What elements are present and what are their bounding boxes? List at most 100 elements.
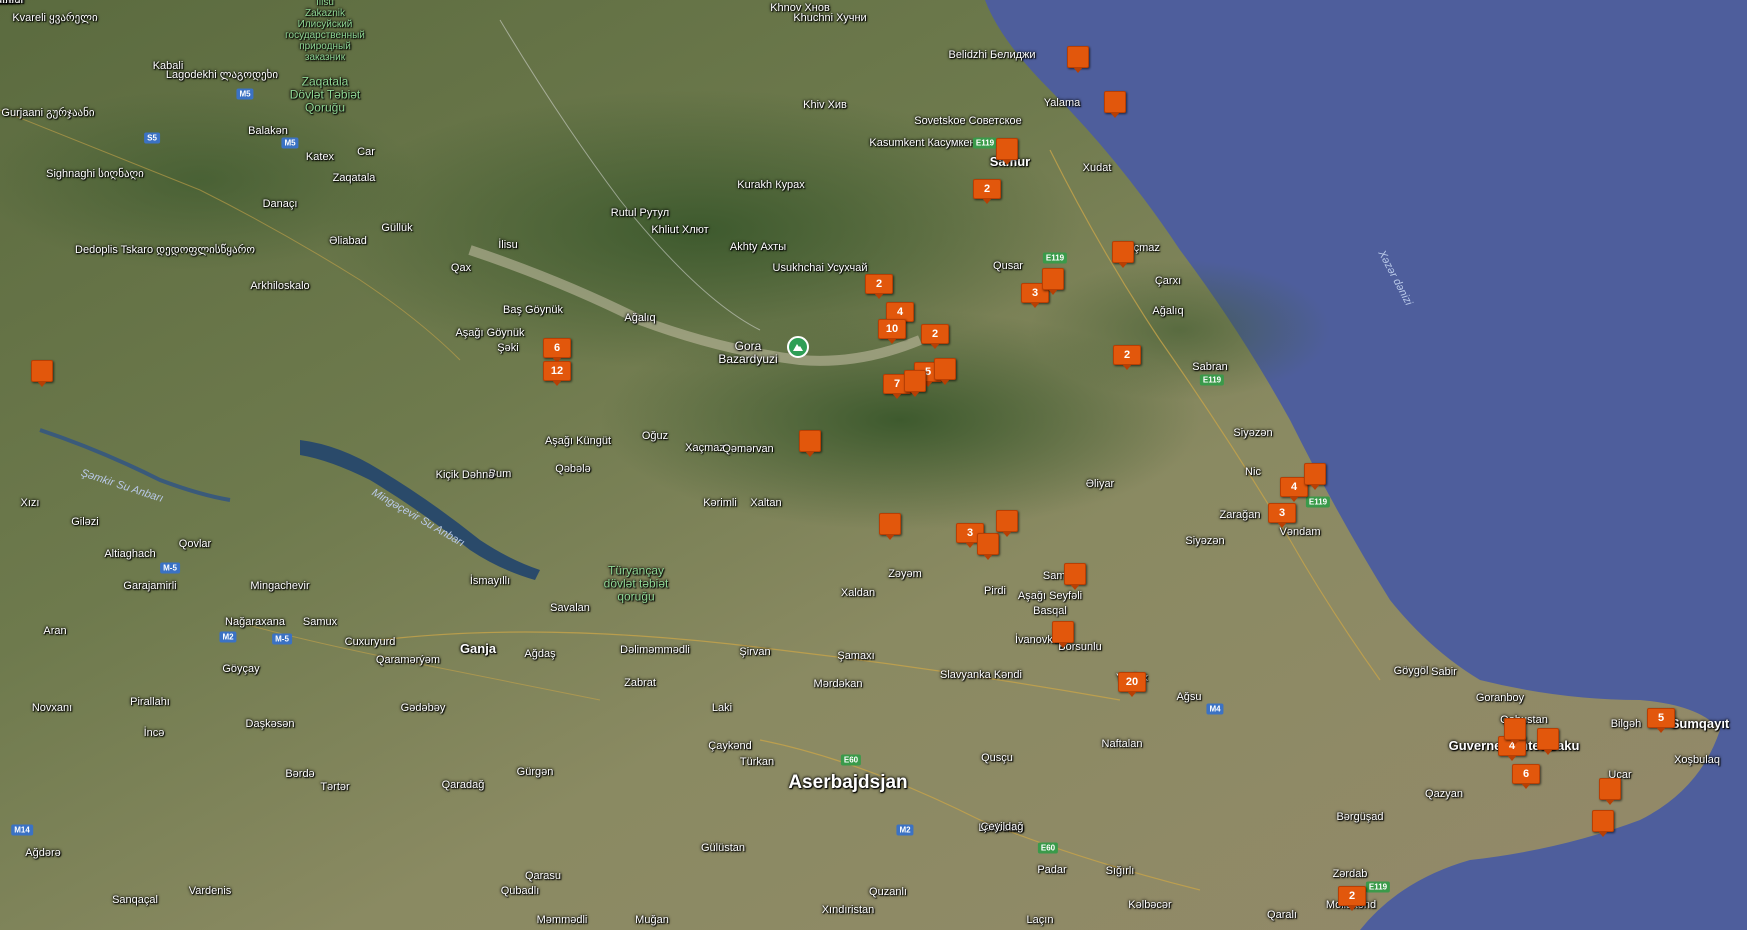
place-label: Ağsu [1176,691,1202,703]
place-label: Muğan [635,914,669,926]
location-marker[interactable] [1304,463,1326,490]
place-label: Balakən [248,125,288,137]
location-marker[interactable] [1067,46,1089,73]
road-shield: M4 [1206,703,1224,715]
location-marker[interactable] [1112,241,1134,268]
cluster-marker[interactable]: 2 [921,324,949,349]
place-label: Gülüstan [700,842,746,854]
place-label: Usukhchai Усухчай [772,262,868,274]
location-marker[interactable] [996,138,1018,165]
cluster-marker[interactable]: 3 [1268,503,1296,528]
road-shield: M2 [896,824,914,836]
road-shield: E119 [1365,881,1391,893]
place-label: Qovlar [178,538,212,550]
satellite-map[interactable]: Kvareli ყვარელი Khnov Хнов Khuchni Хучни Be… [0,0,1747,930]
place-label: Xıdırlı [0,0,15,6]
place-label: Danaçı [262,198,298,210]
location-marker[interactable] [1104,91,1126,118]
peak-marker[interactable] [787,336,809,358]
location-marker[interactable] [879,513,901,540]
place-label: Kiçik Dəhnə [435,469,495,481]
place-label: Gədəbəy [400,702,446,714]
peak-label: Gora Bazardyuzi [718,340,777,366]
cluster-marker[interactable]: 2 [973,179,1001,204]
place-label: Nağaraxana [225,616,285,628]
location-marker[interactable] [904,370,926,397]
place-label: Laçın [1026,914,1054,926]
cluster-marker[interactable]: 5 [1647,708,1675,733]
place-label: Qaralı [1267,909,1297,921]
place-label: Siyəzən [1233,427,1273,439]
place-label: Giləzi [71,516,99,528]
cluster-marker[interactable]: 20 [1118,672,1146,697]
place-label: Ağalıq [624,312,656,324]
location-marker[interactable] [1042,268,1064,295]
location-marker[interactable] [1052,621,1074,648]
cluster-marker[interactable]: 2 [1338,886,1366,911]
location-marker[interactable] [1504,718,1526,745]
place-label: Daşkəsən [245,718,295,730]
place-label: Əliabad [329,235,367,247]
place-label: İlisu [498,239,518,251]
place-label: Türkan [739,756,775,768]
place-label: Cuxuryurd [344,636,396,648]
place-label: Katex [305,151,335,163]
place-label: Güllük [381,222,413,234]
place-label: Gürgən [516,766,554,778]
place-label: Çarxı [1154,275,1182,287]
place-label: Sabran [1192,361,1228,373]
place-label: Aran [43,625,67,637]
location-marker[interactable] [1537,728,1559,755]
place-label: Ağdaş [524,648,556,660]
place-label: Laki [711,702,733,714]
place-label: Khuchni Хучни [793,12,867,24]
place-label: Xaltan [750,497,782,509]
cluster-marker[interactable]: 6 [543,338,571,363]
place-label: Mərdəkan [813,678,863,690]
place-label: Novxanı [31,702,73,714]
peak-label-line2: Bazardyuzi [718,352,778,366]
location-marker[interactable] [799,430,821,457]
cluster-marker[interactable]: 10 [878,319,906,344]
place-label: Pirdi [983,585,1007,597]
country-label: Aserbajdsjan [788,772,908,793]
place-label: Car [357,146,375,158]
place-label: Qazyan [1425,788,1463,800]
place-label: Aşağı Göynük [455,327,525,339]
road-shield: E119 [972,137,998,149]
road-shield: E60 [840,754,862,766]
place-label: Aşağı Küngüt [544,435,612,447]
place-label: Arkhiloskalo [250,280,310,292]
location-marker[interactable] [31,360,53,387]
location-marker[interactable] [1599,778,1621,805]
place-label: Slavyanka Kəndi [940,669,1022,681]
location-marker[interactable] [934,358,956,385]
cluster-marker[interactable]: 6 [1512,764,1540,789]
place-label: Ağdərə [25,847,61,859]
place-label: Samux [302,616,338,628]
place-label: Aşağı Seyfəli [1017,590,1083,602]
place-label: Padar [1037,864,1067,876]
cluster-marker[interactable]: 12 [543,361,571,386]
road-shield: M14 [11,824,33,836]
place-label: Xındıristan [821,904,875,916]
place-label: Gurjaani გურჯაანი [1,107,95,119]
location-marker[interactable] [996,510,1018,537]
place-label: Şamaxı [837,650,875,662]
place-label: Çeyildağ [980,821,1024,833]
location-marker[interactable] [1064,563,1086,590]
cluster-marker[interactable]: 2 [865,274,893,299]
place-label: Rutul Рутул [610,207,670,219]
road-shield: E119 [1199,374,1225,386]
location-marker[interactable] [1592,810,1614,837]
location-marker[interactable] [977,533,999,560]
place-label: Vardenis [188,885,232,897]
cluster-marker[interactable]: 2 [1113,345,1141,370]
place-label: Khliut Хлют [651,224,709,236]
place-label: Qusar [993,260,1023,272]
place-label: Əliyar [1085,478,1115,490]
place-label: Məmmədli [536,914,588,926]
place-label: Sighnaghi სიღნაღი [46,168,144,180]
place-label: Nic [1245,466,1261,478]
place-label: Tərtər [320,781,350,793]
